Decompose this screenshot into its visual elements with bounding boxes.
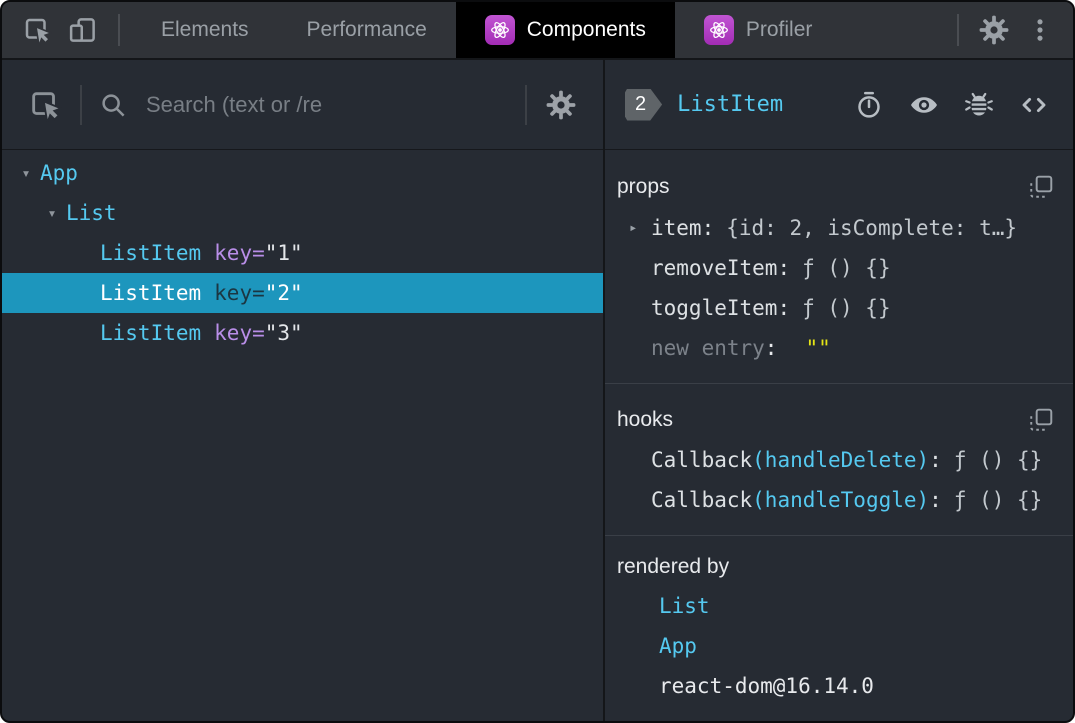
- tab-label: Profiler: [745, 18, 813, 41]
- tab-label: Elements: [161, 18, 249, 41]
- prop-row-toggleitem[interactable]: toggleItem: ƒ () {}: [617, 288, 1055, 328]
- component-name: ListItem: [100, 241, 202, 265]
- colon: :: [929, 488, 942, 512]
- prop-value: {id: 2, isComplete: t…}: [726, 216, 1018, 240]
- devtools-tab-bar: Elements Performance Components Profiler: [2, 2, 1073, 60]
- component-name: App: [40, 161, 78, 185]
- eye-icon[interactable]: [909, 90, 939, 120]
- prop-name: removeItem: [651, 256, 778, 280]
- rendered-by-item-list[interactable]: List: [617, 586, 1055, 626]
- prop-row-item[interactable]: ▸ item: {id: 2, isComplete: t…}: [617, 208, 1055, 248]
- tree-row-app[interactable]: ▾ App: [2, 153, 603, 193]
- key-attribute: key=: [214, 241, 265, 265]
- new-entry-label: new entry: [651, 336, 765, 360]
- tree-row-listitem-1[interactable]: ListItem key= "1": [2, 233, 603, 273]
- tab-performance[interactable]: Performance: [278, 2, 456, 58]
- colon: :: [701, 216, 715, 240]
- component-name: List: [66, 201, 117, 225]
- gear-icon[interactable]: [541, 85, 581, 125]
- hook-type: Callback: [651, 488, 753, 512]
- inspect-element-icon[interactable]: [24, 84, 66, 126]
- kebab-menu-icon[interactable]: [1020, 10, 1060, 50]
- component-name: ListItem: [100, 281, 202, 305]
- tab-components[interactable]: Components: [455, 2, 675, 58]
- selected-component-header: 2 ListItem: [605, 60, 1073, 150]
- prop-name: item: [651, 216, 702, 240]
- toolbar-divider: [525, 84, 527, 125]
- new-entry-row[interactable]: new entry: "": [617, 328, 1055, 368]
- key-value: "1": [264, 241, 303, 265]
- colon: :: [764, 336, 778, 360]
- props-title: props: [617, 175, 670, 198]
- hook-type: Callback: [651, 448, 753, 472]
- tab-profiler[interactable]: Profiler: [675, 2, 842, 58]
- gear-icon[interactable]: [974, 10, 1014, 50]
- selected-component-panel: 2 ListItem props ▸ item: {id: 2, isComp…: [605, 60, 1073, 721]
- owner-link[interactable]: App: [659, 634, 697, 658]
- toolbar-divider: [957, 14, 959, 46]
- hook-row-handledelete[interactable]: Callback (handleDelete): ƒ () {}: [617, 440, 1055, 480]
- component-tree-panel: ▾ App ▾ List ListItem key= "1" ListItem …: [2, 60, 605, 721]
- prop-value: ƒ () {}: [802, 296, 891, 320]
- chevron-right-icon[interactable]: ▸: [629, 220, 651, 236]
- hook-row-handletoggle[interactable]: Callback (handleToggle): ƒ () {}: [617, 480, 1055, 520]
- prop-row-removeitem[interactable]: removeItem: ƒ () {}: [617, 248, 1055, 288]
- tree-toolbar: [2, 60, 603, 150]
- copy-icon[interactable]: [1027, 173, 1055, 201]
- hooks-title: hooks: [617, 408, 674, 431]
- tree-row-list[interactable]: ▾ List: [2, 193, 603, 233]
- renderer-version: react-dom@16.14.0: [659, 674, 874, 698]
- hook-name: (handleToggle): [752, 488, 930, 512]
- devtools-window: Elements Performance Components Profiler…: [0, 0, 1075, 723]
- tree-row-listitem-2-selected[interactable]: ListItem key= "2": [2, 273, 603, 313]
- search-input[interactable]: [144, 90, 511, 119]
- key-value: "2": [264, 281, 303, 305]
- toolbar-divider: [118, 14, 120, 46]
- tab-label: Performance: [306, 18, 427, 41]
- components-panel: ▾ App ▾ List ListItem key= "1" ListItem …: [2, 60, 1073, 721]
- component-name: ListItem: [100, 321, 202, 345]
- search-icon: [96, 88, 130, 122]
- tab-elements[interactable]: Elements: [132, 2, 278, 58]
- chevron-down-icon[interactable]: ▾: [38, 204, 66, 222]
- component-tree: ▾ App ▾ List ListItem key= "1" ListItem …: [2, 150, 603, 721]
- hook-value: ƒ () {}: [953, 488, 1043, 512]
- hook-name: (handleDelete): [752, 448, 930, 472]
- chevron-down-icon[interactable]: ▾: [12, 164, 40, 182]
- hook-value: ƒ () {}: [953, 448, 1043, 472]
- selected-component-title: ListItem: [677, 92, 784, 117]
- rendered-by-title: rendered by: [617, 555, 730, 578]
- colon: :: [929, 448, 942, 472]
- rendered-by-section: rendered by List App react-dom@16.14.0: [605, 536, 1073, 721]
- key-attribute: key=: [214, 281, 265, 305]
- toolbar-divider: [80, 84, 82, 125]
- tree-row-listitem-3[interactable]: ListItem key= "3": [2, 313, 603, 353]
- inspect-element-icon[interactable]: [17, 10, 57, 50]
- tab-label: Components: [526, 18, 646, 41]
- props-section: props ▸ item: {id: 2, isComplete: t…} re…: [605, 150, 1073, 384]
- stopwatch-icon[interactable]: [854, 90, 884, 120]
- prop-name: toggleItem: [651, 296, 778, 320]
- bug-icon[interactable]: [964, 90, 994, 120]
- colon: :: [777, 256, 791, 280]
- rendered-by-item-reactdom: react-dom@16.14.0: [617, 666, 1055, 706]
- key-value: "3": [264, 321, 303, 345]
- prop-value: ƒ () {}: [802, 256, 891, 280]
- new-entry-value[interactable]: "": [805, 336, 830, 360]
- device-toolbar-icon[interactable]: [63, 10, 103, 50]
- selected-index-badge: 2: [625, 88, 663, 121]
- hooks-section: hooks Callback (handleDelete): ƒ () {} Ca…: [605, 384, 1073, 536]
- rendered-by-item-app[interactable]: App: [617, 626, 1055, 666]
- owner-link[interactable]: List: [659, 594, 710, 618]
- colon: :: [777, 296, 791, 320]
- react-logo-icon: [703, 15, 734, 45]
- react-logo-icon: [484, 15, 515, 45]
- key-attribute: key=: [214, 321, 265, 345]
- copy-icon[interactable]: [1027, 406, 1055, 434]
- code-icon[interactable]: [1019, 90, 1049, 120]
